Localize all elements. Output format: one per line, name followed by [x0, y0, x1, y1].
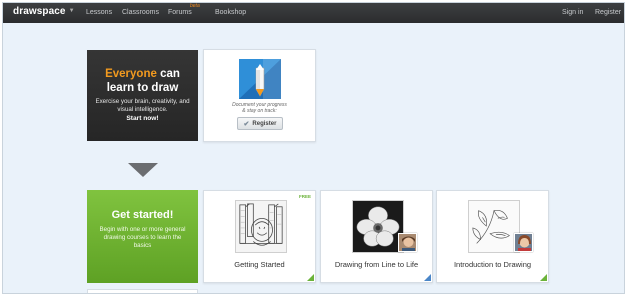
hero-title: Everyone can learn to draw [87, 67, 198, 95]
partial-card [87, 289, 198, 293]
corner-marker [307, 274, 314, 281]
course-title: Introduction to Drawing [453, 260, 532, 269]
down-arrow-icon [128, 163, 158, 177]
register-button-label: Register [252, 120, 277, 127]
hero-title-highlight: Everyone [105, 68, 157, 80]
corner-marker [540, 274, 547, 281]
course-thumbnail-sketch [235, 200, 287, 253]
register-tagline-line2: & stay on track: [242, 108, 277, 114]
checkmark-icon: ✔ [243, 120, 250, 128]
register-card: Document your progress & stay on track: … [203, 49, 316, 142]
corner-marker [424, 274, 431, 281]
nav-register[interactable]: Register [595, 9, 621, 16]
instructor-avatar [514, 233, 533, 252]
register-tagline: Document your progress & stay on track: [204, 102, 315, 114]
beta-badge: beta [190, 3, 200, 9]
get-started-description: Begin with one or more general drawing c… [99, 226, 186, 249]
get-started-title: Get started! [111, 209, 174, 221]
get-started-panel[interactable]: Get started! Begin with one or more gene… [87, 190, 198, 283]
pencil-app-icon [239, 59, 281, 99]
nav-lessons[interactable]: Lessons [86, 9, 112, 16]
nav-bookshop[interactable]: Bookshop [215, 9, 246, 16]
nav-classrooms[interactable]: Classrooms [122, 9, 159, 16]
course-card-getting-started[interactable]: FREE Getting Started [203, 190, 316, 283]
hero-title-line2: learn to draw [106, 82, 179, 94]
course-title: Drawing from Line to Life [334, 260, 419, 269]
nav-forums[interactable]: Forums [168, 9, 192, 16]
hero-title-rest: can [160, 68, 180, 80]
course-thumbnail-leaves [468, 200, 520, 253]
free-badge: FREE [298, 194, 311, 199]
site-logo[interactable]: drawspace ▼ [13, 6, 75, 17]
nav-sign-in[interactable]: Sign in [562, 9, 583, 16]
instructor-avatar [398, 233, 417, 252]
course-card-intro-to-drawing[interactable]: Introduction to Drawing [436, 190, 549, 283]
page-frame: drawspace ▼ Lessons Classrooms Forums bet… [2, 2, 625, 294]
course-title: Getting Started [234, 260, 285, 269]
top-nav: drawspace ▼ Lessons Classrooms Forums bet… [3, 3, 624, 23]
register-button[interactable]: ✔ Register [237, 117, 283, 130]
course-thumbnail-flower [352, 200, 404, 253]
chevron-down-icon[interactable]: ▼ [69, 8, 75, 14]
course-card-drawing-line-to-life[interactable]: Drawing from Line to Life [320, 190, 433, 283]
hero-panel[interactable]: Everyone can learn to draw Exercise your… [87, 50, 198, 141]
hero-description: Exercise your brain, creativity, and vis… [95, 98, 190, 114]
start-now-link[interactable]: Start now! [87, 115, 198, 122]
logo-text: drawspace [13, 6, 66, 17]
